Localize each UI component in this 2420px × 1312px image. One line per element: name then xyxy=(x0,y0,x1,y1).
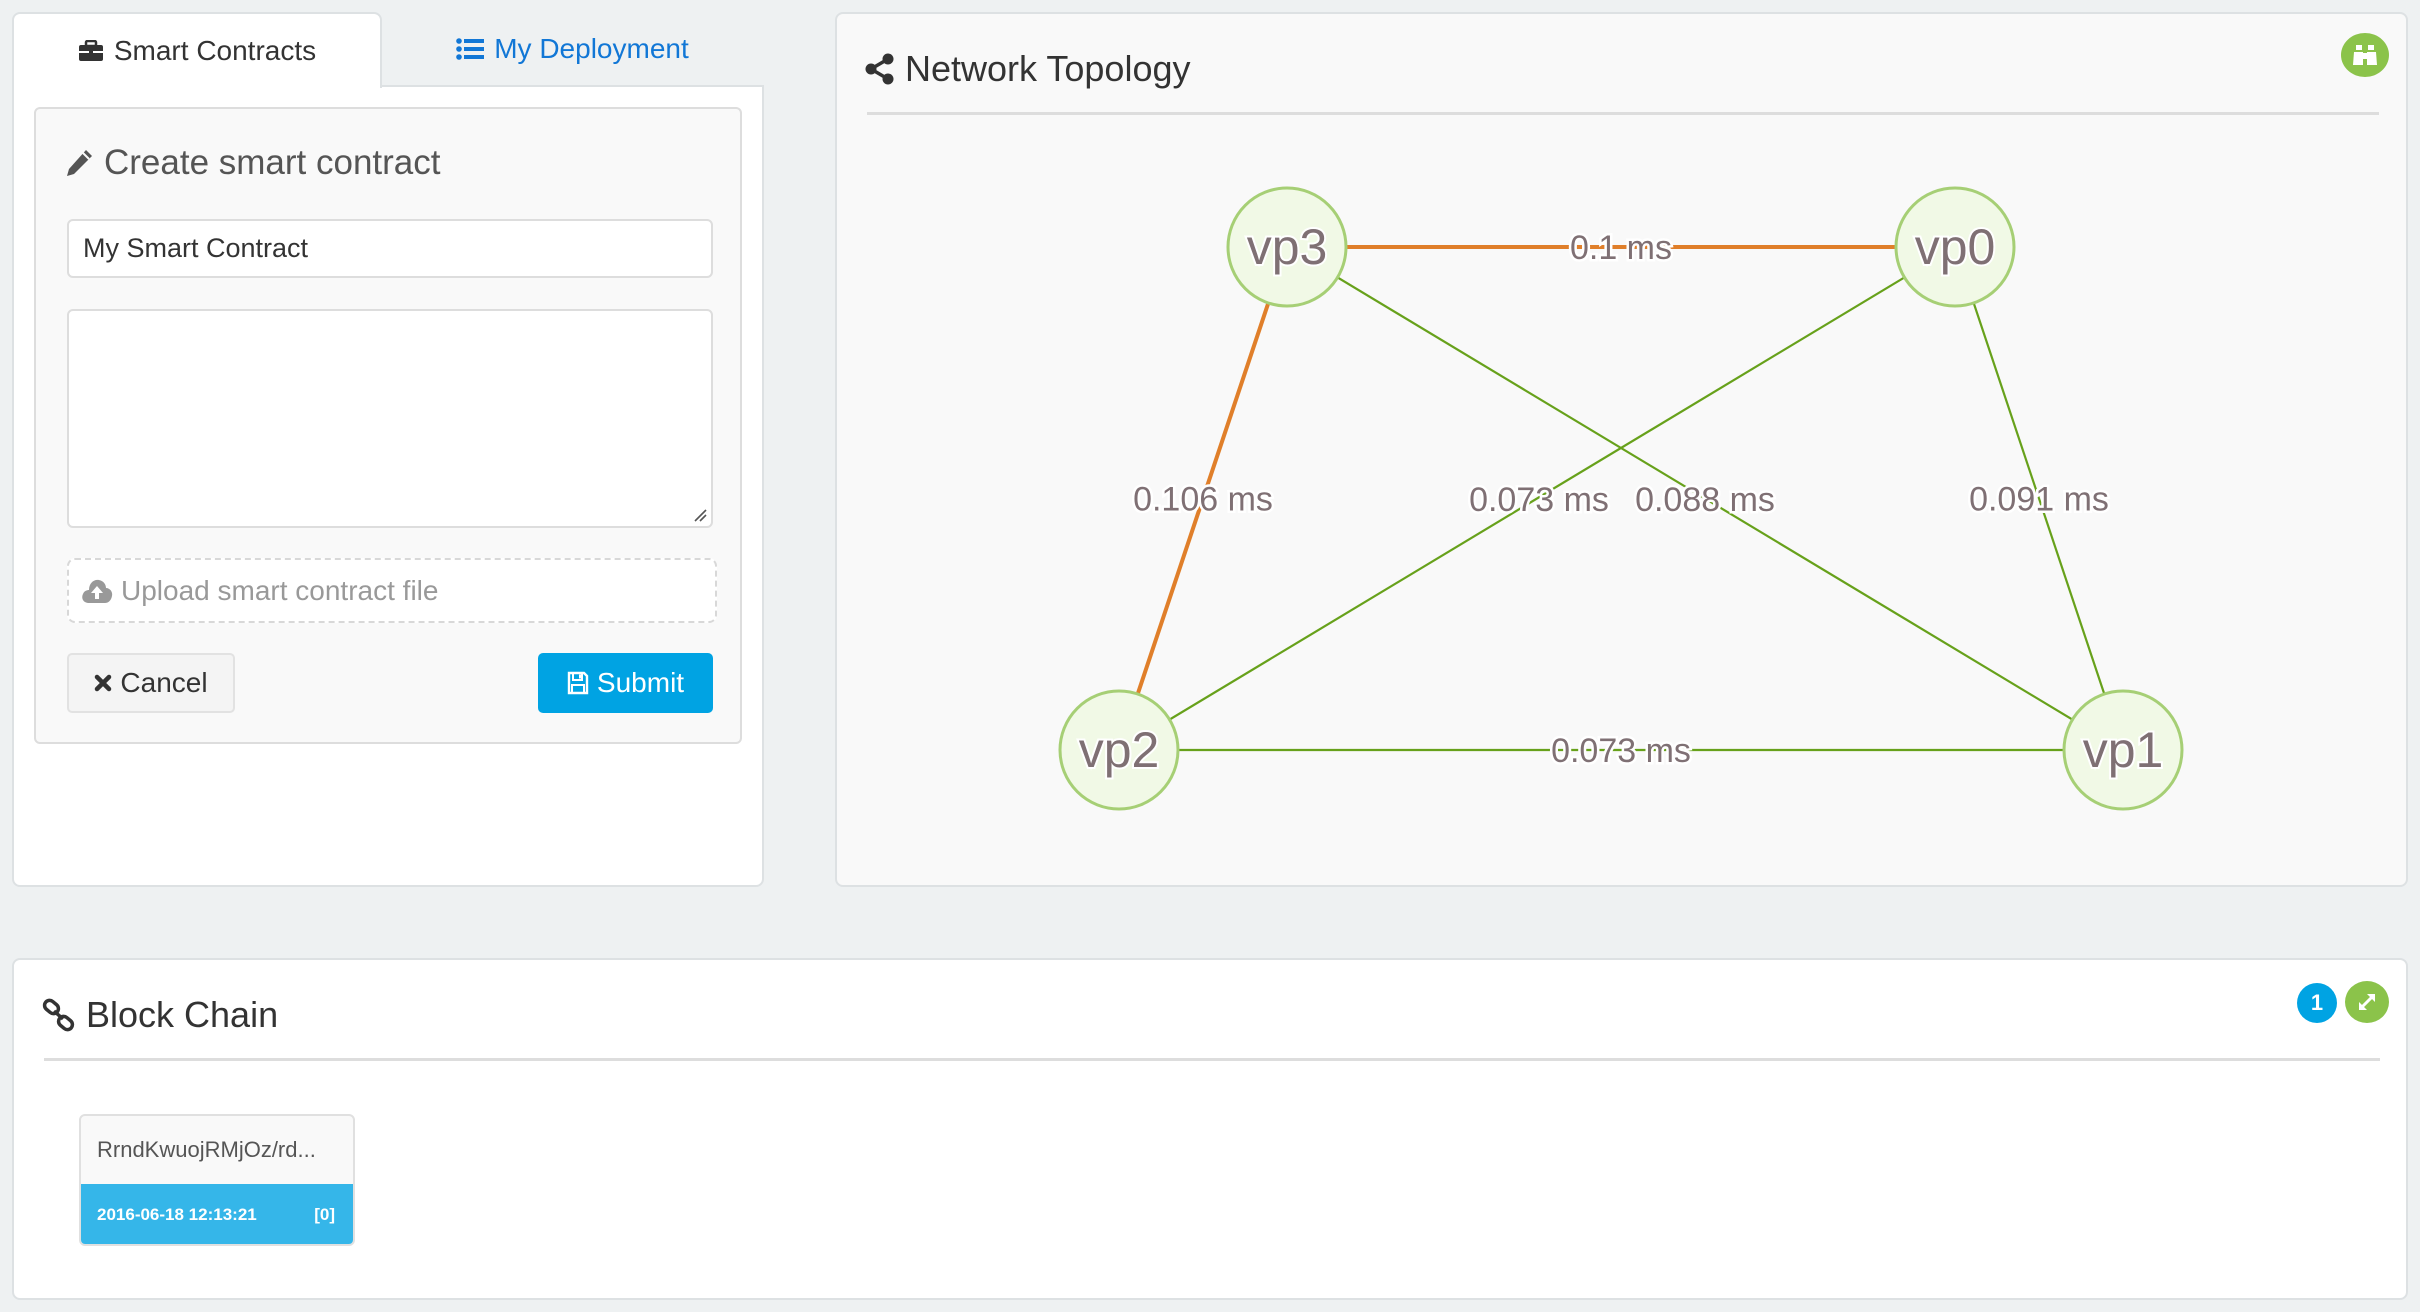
block-index: [0] xyxy=(314,1205,335,1224)
cancel-button[interactable]: Cancel xyxy=(67,653,235,713)
upload-label: Upload smart contract file xyxy=(121,574,439,606)
topology-graph: 0.1 ms 0.106 ms 0.073 ms 0.088 ms 0.091 ms 0.… xyxy=(1058,186,2184,811)
tab-label: My Deployment xyxy=(494,33,689,64)
edge-label: 0.106 ms xyxy=(1133,481,1273,519)
cloud-upload-icon xyxy=(81,577,113,605)
edge-label: 0.073 ms xyxy=(1469,481,1609,519)
block-timestamp: 2016-06-18 12:13:21 xyxy=(97,1205,257,1224)
tab-label: Smart Contracts xyxy=(113,35,317,66)
node-label: vp2 xyxy=(1079,722,1160,778)
block-footer: 2016-06-18 12:13:21 [0] xyxy=(81,1184,353,1244)
expand-icon xyxy=(2356,991,2378,1013)
blockchain-divider xyxy=(44,1058,2380,1061)
upload-file-dropzone[interactable]: Upload smart contract file xyxy=(67,558,717,623)
blockchain-title: Block Chain xyxy=(42,994,278,1036)
submit-button[interactable]: Submit xyxy=(538,653,713,713)
node-vp0[interactable]: vp0 xyxy=(1894,186,2016,308)
tab-smart-contracts[interactable]: Smart Contracts xyxy=(12,12,382,88)
create-contract-card: Create smart contract Upload smart contr… xyxy=(34,107,742,744)
expand-button[interactable] xyxy=(2345,981,2389,1023)
node-vp3[interactable]: vp3 xyxy=(1226,186,1348,308)
node-label: vp1 xyxy=(2083,722,2164,778)
save-icon xyxy=(567,671,589,695)
block-card[interactable]: RrndKwuojRMjOz/rd... 2016-06-18 12:13:21… xyxy=(79,1114,355,1246)
pencil-icon xyxy=(64,148,94,178)
block-count-badge: 1 xyxy=(2297,983,2337,1023)
block-chain-panel: Block Chain 1 RrndKwuojRMjOz/rd... 2016-… xyxy=(12,958,2408,1300)
code-textarea-wrap xyxy=(67,309,713,528)
blockchain-title-text: Block Chain xyxy=(86,994,279,1035)
smart-contracts-tab-panel: Create smart contract Upload smart contr… xyxy=(12,85,764,887)
cancel-label: Cancel xyxy=(120,667,208,698)
list-icon xyxy=(456,38,485,60)
node-label: vp0 xyxy=(1915,219,1996,275)
edge-label: 0.088 ms xyxy=(1635,481,1775,519)
edge-label: 0.073 ms xyxy=(1551,732,1691,770)
node-vp2[interactable]: vp2 xyxy=(1058,689,1180,811)
block-hash: RrndKwuojRMjOz/rd... xyxy=(97,1137,316,1162)
edge-label: 0.1 ms xyxy=(1570,229,1672,267)
briefcase-icon xyxy=(78,40,104,62)
node-label: vp3 xyxy=(1247,219,1328,275)
close-icon xyxy=(94,674,112,692)
edge-label: 0.091 ms xyxy=(1969,481,2109,519)
node-vp1[interactable]: vp1 xyxy=(2062,689,2184,811)
contract-name-input[interactable] xyxy=(67,219,713,278)
card-title: Create smart contract xyxy=(64,143,441,183)
submit-label: Submit xyxy=(596,667,685,698)
card-title-text: Create smart contract xyxy=(104,143,441,182)
resize-handle-icon[interactable] xyxy=(693,508,707,522)
contract-code-textarea[interactable] xyxy=(67,309,713,528)
chain-link-icon xyxy=(42,998,76,1032)
network-topology-panel: Network Topology 0.1 ms 0.106 ms 0.073 ms 0… xyxy=(835,12,2408,887)
tab-my-deployment[interactable]: My Deployment xyxy=(382,12,763,86)
